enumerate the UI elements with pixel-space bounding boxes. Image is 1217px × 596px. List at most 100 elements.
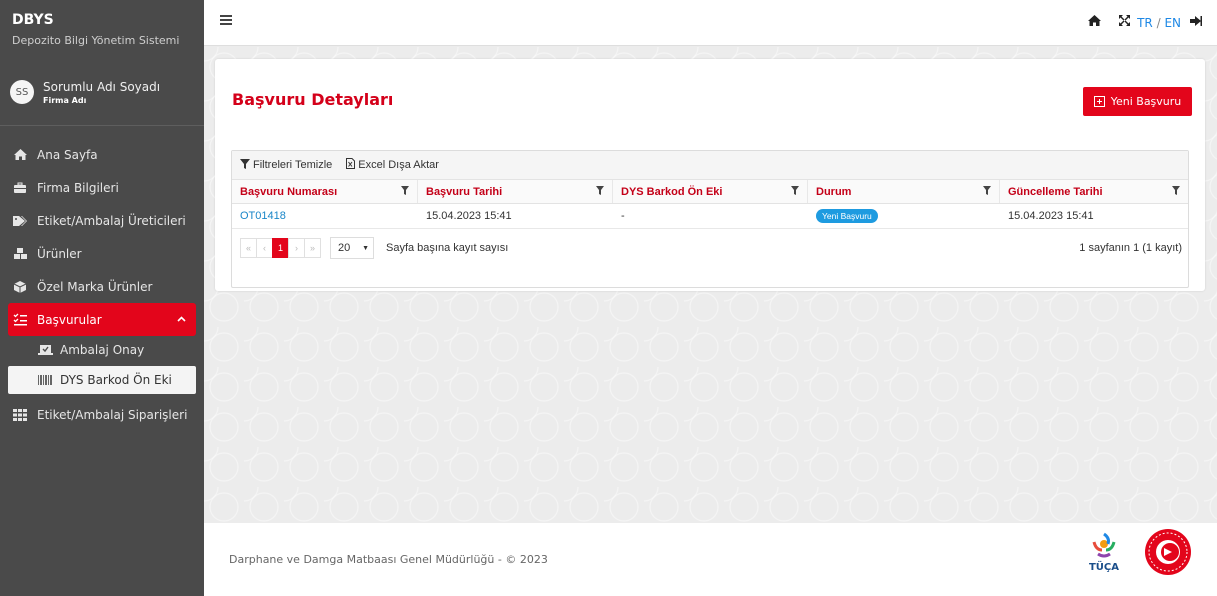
sidebar-subitem-dys-barkod[interactable]: DYS Barkod Ön Eki — [8, 366, 196, 394]
sidebar-divider — [0, 125, 204, 126]
sidebar-item-label: Firma Bilgileri — [37, 180, 119, 195]
column-filter-icon[interactable] — [1172, 186, 1180, 197]
lang-tr-link[interactable]: TR — [1137, 16, 1153, 30]
column-header-label: DYS Barkod Ön Eki — [621, 185, 723, 198]
column-filter-icon[interactable] — [791, 186, 799, 197]
footer: Darphane ve Damga Matbaası Genel Müdürlü… — [204, 523, 1217, 596]
sidebar-subitem-label: DYS Barkod Ön Eki — [60, 373, 172, 387]
pager-next-button[interactable]: › — [288, 238, 305, 258]
excel-file-icon — [346, 158, 356, 172]
lang-separator: / — [1156, 15, 1161, 30]
grid-header: Başvuru Numarası Başvuru Tarihi DYS Bark… — [232, 180, 1188, 204]
list-check-icon — [12, 313, 28, 327]
brand-title[interactable]: DBYS — [12, 12, 194, 28]
application-number-link[interactable]: OT01418 — [240, 210, 286, 222]
column-filter-icon[interactable] — [401, 186, 409, 197]
topbar: TR / EN — [204, 0, 1217, 46]
grid-icon — [12, 408, 28, 422]
user-panel[interactable]: SS Sorumlu Adı Soyadı Firma Adı — [0, 73, 204, 111]
home-icon[interactable] — [1087, 14, 1102, 31]
excel-export-button[interactable]: Excel Dışa Aktar — [346, 158, 439, 172]
column-header-label: Güncelleme Tarihi — [1008, 185, 1103, 198]
pager-last-button[interactable]: » — [304, 238, 321, 258]
excel-export-label: Excel Dışa Aktar — [358, 159, 439, 171]
updated-date: 15.04.2023 15:41 — [1008, 210, 1094, 222]
sidebar-item-ozel-marka[interactable]: Özel Marka Ürünler — [0, 270, 204, 303]
sidebar-item-label: Ana Sayfa — [37, 147, 98, 162]
applications-grid: Filtreleri Temizle Excel Dışa Aktar Başv… — [231, 150, 1189, 288]
box-icon — [12, 280, 28, 294]
clear-filters-button[interactable]: Filtreleri Temizle — [240, 158, 333, 172]
sidebar: DBYS Depozito Bilgi Yönetim Sistemi SS S… — [0, 0, 204, 596]
column-filter-icon[interactable] — [983, 186, 991, 197]
avatar: SS — [10, 80, 34, 104]
sidebar-item-siparisler[interactable]: Etiket/Ambalaj Siparişleri — [0, 398, 204, 431]
sidebar-item-label: Başvurular — [37, 312, 102, 327]
column-header-basvuru-tarihi[interactable]: Başvuru Tarihi — [418, 180, 613, 203]
pager-first-button[interactable]: « — [240, 238, 257, 258]
pager-info: 1 sayfanın 1 (1 kayıt) — [1079, 242, 1182, 254]
page-size-select[interactable]: 20 ▼ — [330, 237, 374, 259]
home-icon — [12, 148, 28, 162]
sidebar-item-label: Etiket/Ambalaj Üreticileri — [37, 213, 186, 228]
column-header-label: Durum — [816, 185, 852, 198]
tuca-logo-text: TÜÇA — [1089, 559, 1119, 573]
sidebar-item-ana-sayfa[interactable]: Ana Sayfa — [0, 138, 204, 171]
column-header-guncelleme-tarihi[interactable]: Güncelleme Tarihi — [1000, 180, 1188, 203]
column-filter-icon[interactable] — [596, 186, 604, 197]
sidebar-item-basvurular[interactable]: Başvurular — [8, 303, 196, 336]
tags-icon — [12, 214, 28, 228]
column-header-label: Başvuru Tarihi — [426, 185, 503, 198]
ministry-seal-icon — [1144, 528, 1192, 576]
application-date: 15.04.2023 15:41 — [426, 210, 512, 222]
fullscreen-icon[interactable] — [1118, 14, 1131, 31]
language-switch: TR / EN — [1137, 16, 1181, 30]
cubes-icon — [12, 247, 28, 261]
caret-down-icon: ▼ — [362, 244, 369, 252]
laptop-check-icon — [36, 344, 54, 356]
table-row[interactable]: OT01418 15.04.2023 15:41 - Yeni Başvuru … — [232, 204, 1188, 229]
column-header-label: Başvuru Numarası — [240, 185, 338, 198]
page-size-label: Sayfa başına kayıt sayısı — [386, 242, 509, 254]
sidebar-item-etiket-ureticileri[interactable]: Etiket/Ambalaj Üreticileri — [0, 204, 204, 237]
new-application-button[interactable]: Yeni Başvuru — [1083, 87, 1192, 116]
sidebar-item-label: Etiket/Ambalaj Siparişleri — [37, 407, 188, 422]
grid-pager: « ‹ 1 › » 20 ▼ Sayfa başına kayıt sayısı… — [232, 229, 1188, 267]
status-badge: Yeni Başvuru — [816, 209, 878, 223]
plus-square-icon — [1093, 96, 1105, 107]
menu-toggle-icon[interactable] — [220, 15, 232, 25]
user-name: Sorumlu Adı Soyadı — [43, 79, 161, 94]
sidebar-item-label: Özel Marka Ürünler — [37, 279, 153, 294]
sidebar-item-urunler[interactable]: Ürünler — [0, 237, 204, 270]
barcode-prefix: - — [621, 210, 625, 222]
user-firm: Firma Adı — [43, 95, 87, 105]
briefcase-icon — [12, 181, 28, 195]
new-application-label: Yeni Başvuru — [1110, 95, 1182, 108]
page-title: Başvuru Detayları — [232, 90, 394, 109]
sidebar-subitem-label: Ambalaj Onay — [60, 343, 145, 357]
filter-icon — [240, 158, 250, 172]
brand: DBYS Depozito Bilgi Yönetim Sistemi — [0, 0, 204, 47]
chevron-up-icon — [177, 315, 186, 325]
brand-subtitle: Depozito Bilgi Yönetim Sistemi — [12, 34, 180, 47]
topbar-actions: TR / EN — [1071, 14, 1203, 31]
page-size-value: 20 — [338, 242, 351, 254]
pager-page-1[interactable]: 1 — [272, 238, 289, 258]
footer-copyright: Darphane ve Damga Matbaası Genel Müdürlü… — [229, 553, 548, 566]
sidebar-item-firma-bilgileri[interactable]: Firma Bilgileri — [0, 171, 204, 204]
lang-en-link[interactable]: EN — [1164, 16, 1181, 30]
column-header-basvuru-numarasi[interactable]: Başvuru Numarası — [232, 180, 418, 203]
column-header-durum[interactable]: Durum — [808, 180, 1000, 203]
logout-icon[interactable] — [1189, 15, 1203, 31]
sidebar-subitem-ambalaj-onay[interactable]: Ambalaj Onay — [0, 336, 204, 364]
grid-toolbar: Filtreleri Temizle Excel Dışa Aktar — [232, 151, 1188, 180]
column-header-barkod-on-eki[interactable]: DYS Barkod Ön Eki — [613, 180, 808, 203]
main-content: Başvuru Detayları Yeni Başvuru Filtreler… — [204, 47, 1217, 523]
barcode-icon — [36, 374, 54, 386]
tuca-logo: TÜÇA — [1084, 530, 1124, 578]
pager-prev-button[interactable]: ‹ — [256, 238, 273, 258]
clear-filters-label: Filtreleri Temizle — [253, 159, 333, 171]
details-card: Başvuru Detayları Yeni Başvuru Filtreler… — [215, 59, 1205, 291]
sidebar-item-label: Ürünler — [37, 246, 82, 261]
sidebar-nav: Ana Sayfa Firma Bilgileri Etiket/Ambalaj… — [0, 138, 204, 431]
